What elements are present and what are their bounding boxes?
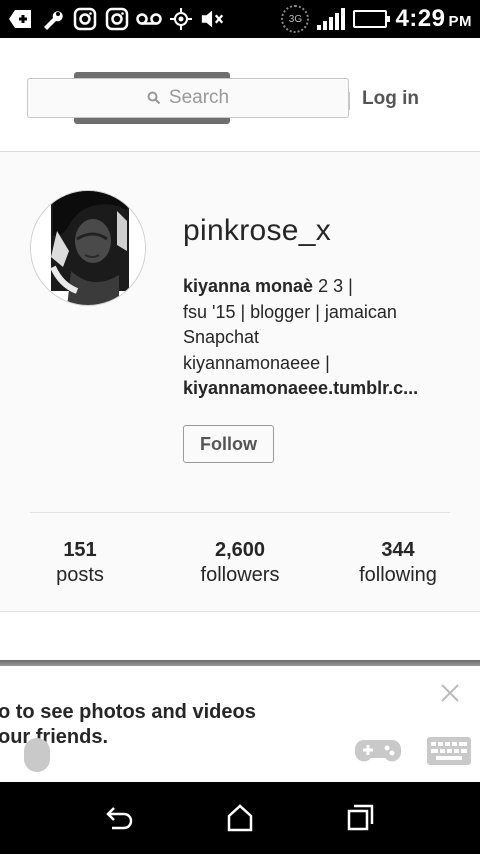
network-3g-icon: 3G <box>281 5 310 33</box>
avatar[interactable] <box>30 190 146 306</box>
mute-icon <box>200 6 226 32</box>
plus-box-icon <box>8 6 34 32</box>
following-stat[interactable]: 344 following <box>340 538 456 588</box>
header: Search Log in <box>0 38 480 152</box>
posts-stat[interactable]: 151 posts <box>30 538 130 588</box>
display-name: kiyanna monaè <box>183 276 314 296</box>
profile-bio: kiyanna monaè 2 3 | fsu '15 | blogger | … <box>183 274 463 402</box>
search-icon <box>147 91 161 105</box>
status-bar: 3G 4:29 PM <box>0 0 480 38</box>
followers-count: 2,600 <box>214 539 266 561</box>
back-icon[interactable] <box>102 800 138 836</box>
close-icon[interactable] <box>438 682 462 706</box>
recent-apps-icon[interactable] <box>342 800 378 836</box>
instagram-icon <box>72 6 98 32</box>
profile-photo <box>31 191 145 305</box>
following-label: following <box>359 564 437 586</box>
divider <box>30 512 450 513</box>
gps-icon <box>168 6 194 32</box>
bio-line-2: fsu '15 | blogger | jamaican <box>183 301 397 322</box>
clock: 4:29 PM <box>395 5 472 32</box>
followers-label: followers <box>200 564 280 586</box>
follow-button[interactable]: Follow <box>183 425 274 463</box>
search-input[interactable]: Search <box>27 78 349 118</box>
bio-line-1: kiyanna monaè 2 3 | <box>183 276 353 296</box>
content-area <box>0 612 480 660</box>
keyboard-icon[interactable] <box>426 736 472 766</box>
login-prompt-banner: o to see photos and videos our friends. <box>0 666 480 782</box>
wrench-icon <box>40 6 66 32</box>
instagram-icon <box>104 6 130 32</box>
log-in-link[interactable]: Log in <box>362 88 419 110</box>
profile-username: pinkrose_x <box>183 214 332 247</box>
profile-section: pinkrose_x kiyanna monaè 2 3 | fsu '15 |… <box>0 152 480 612</box>
search-placeholder: Search <box>168 87 230 108</box>
home-icon[interactable] <box>222 800 258 836</box>
gamepad-icon[interactable] <box>354 736 402 766</box>
battery-icon <box>353 10 391 28</box>
bio-line-4: kiyannamonaeee | <box>183 352 330 373</box>
posts-label: posts <box>56 564 104 586</box>
posts-count: 151 <box>63 539 97 561</box>
voicemail-icon <box>136 6 162 32</box>
profile-website-link[interactable]: kiyannamonaeee.tumblr.c... <box>183 376 445 402</box>
followers-stat[interactable]: 2,600 followers <box>180 538 300 588</box>
divider <box>348 92 350 110</box>
bio-line-3: Snapchat <box>183 327 260 347</box>
mic-icon[interactable] <box>24 738 50 772</box>
following-count: 344 <box>381 539 415 561</box>
signal-icon <box>317 8 346 30</box>
system-navigation-bar <box>0 782 480 854</box>
